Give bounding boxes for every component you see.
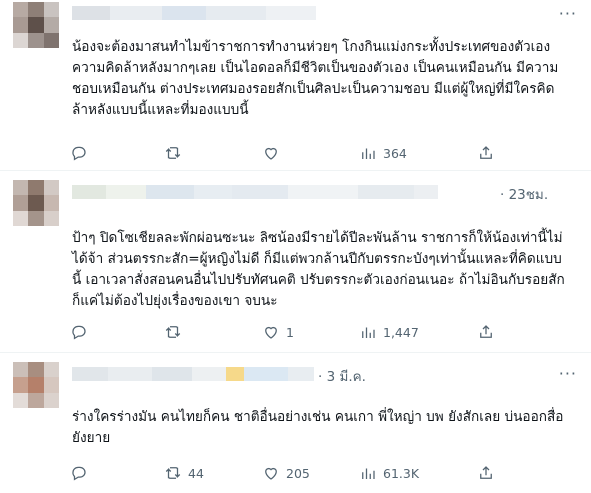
views-count: 364	[383, 145, 407, 161]
like-icon	[265, 467, 277, 480]
like-button[interactable]: 1	[262, 320, 294, 344]
like-icon	[265, 147, 277, 160]
reply-button[interactable]	[70, 320, 94, 344]
action-bar: 364	[66, 141, 586, 165]
reply-icon	[72, 325, 86, 340]
views-button[interactable]: 1,447	[359, 320, 419, 344]
action-bar: 44 205 61.3K	[66, 461, 586, 485]
like-button[interactable]	[262, 141, 286, 165]
reply-button[interactable]	[70, 141, 94, 165]
share-icon	[480, 146, 492, 159]
views-icon	[362, 468, 375, 479]
like-count: 1	[286, 324, 294, 340]
views-count: 61.3K	[383, 465, 420, 481]
tweet-time[interactable]: · 23ชม.	[500, 183, 548, 205]
more-icon[interactable]: ···	[559, 4, 577, 23]
avatar[interactable]	[13, 180, 59, 226]
tweet[interactable]: ··· น้องจะต้องมาสนทำไมข้าราชการทำงานห่วย…	[0, 0, 591, 171]
author-name-blurred[interactable]	[72, 181, 438, 203]
author-name-blurred[interactable]	[72, 2, 316, 24]
views-button[interactable]: 61.3K	[359, 461, 419, 485]
share-button[interactable]	[477, 461, 495, 485]
reply-button[interactable]	[70, 461, 94, 485]
tweet-text: ร่างใครร่างมัน คนไทยก็คน ชาติอื่นอย่างเช…	[72, 409, 564, 446]
tweet[interactable]: · 3 มี.ค. ··· ร่างใครร่างมัน คนไทยก็คน ช…	[0, 352, 591, 493]
like-icon	[265, 326, 277, 339]
retweet-button[interactable]	[164, 141, 188, 165]
share-icon	[480, 325, 492, 338]
author-name-blurred[interactable]	[72, 363, 314, 385]
share-icon	[480, 466, 492, 479]
tweet-time[interactable]: · 3 มี.ค.	[318, 365, 366, 387]
share-button[interactable]	[477, 141, 495, 165]
more-icon[interactable]: ···	[559, 364, 577, 383]
views-icon	[362, 148, 375, 159]
tweet-text: ป้าๆ ปิดโซเชียลละพักผ่อนซะนะ ลิซน้องมีรา…	[72, 230, 565, 309]
retweet-button[interactable]: 44	[164, 461, 204, 485]
views-button[interactable]: 364	[359, 141, 407, 165]
like-button[interactable]: 205	[262, 461, 310, 485]
views-count: 1,447	[383, 324, 419, 340]
retweet-icon	[165, 326, 181, 338]
retweet-count: 44	[188, 465, 204, 481]
reply-icon	[72, 146, 86, 161]
reply-icon	[72, 466, 86, 481]
avatar[interactable]	[13, 362, 59, 408]
views-icon	[362, 327, 375, 338]
tweet-text: น้องจะต้องมาสนทำไมข้าราชการทำงานห่วยๆ โก…	[72, 39, 559, 118]
retweet-icon	[165, 147, 181, 159]
retweet-icon	[165, 467, 181, 479]
like-count: 205	[286, 465, 310, 481]
action-bar: 1 1,447	[66, 320, 586, 344]
tweet[interactable]: · 23ชม. ป้าๆ ปิดโซเชียลละพักผ่อนซะนะ ลิซ…	[0, 170, 591, 353]
share-button[interactable]	[477, 320, 495, 344]
retweet-button[interactable]	[164, 320, 188, 344]
avatar[interactable]	[13, 2, 59, 48]
